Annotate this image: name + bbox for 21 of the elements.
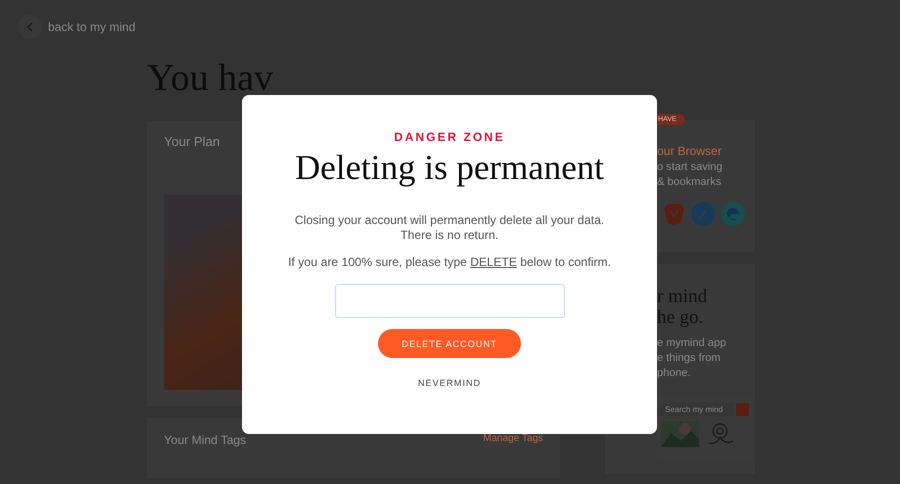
search-field[interactable]: Search my mind xyxy=(661,403,734,416)
swirl-icon[interactable] xyxy=(721,202,745,226)
manage-tags-link[interactable]: Manage Tags xyxy=(483,433,543,444)
input-field[interactable] xyxy=(334,284,564,318)
card-title: Your Mind Tags xyxy=(164,433,246,447)
compass-icon[interactable] xyxy=(691,202,715,226)
back-link[interactable]: back to my mind xyxy=(48,20,136,34)
dialog-eyebrow: DANGER ZONE xyxy=(394,130,505,144)
dialog-instruction: If you are 100% sure, please type DELETE below to confirm. xyxy=(288,255,611,269)
search-button[interactable] xyxy=(736,403,749,416)
card-title: Your Plan xyxy=(164,134,220,149)
delete-account-button[interactable]: DELETE ACCOUNT xyxy=(378,329,521,358)
chevron-left-icon xyxy=(26,22,34,32)
shield-icon[interactable] xyxy=(663,202,685,226)
dialog-message: Closing your account will permanently delete all your data. There is no return. xyxy=(294,213,604,243)
nevermind-button[interactable]: NEVERMIND xyxy=(414,376,485,390)
back-button[interactable] xyxy=(18,15,42,39)
browser-title[interactable]: our Browser xyxy=(657,144,755,158)
app-description: e mymind app e things from phone. xyxy=(657,336,728,381)
dialog-title: Deleting is permanent xyxy=(294,148,604,188)
browser-description: o start saving & bookmarks xyxy=(657,160,724,190)
